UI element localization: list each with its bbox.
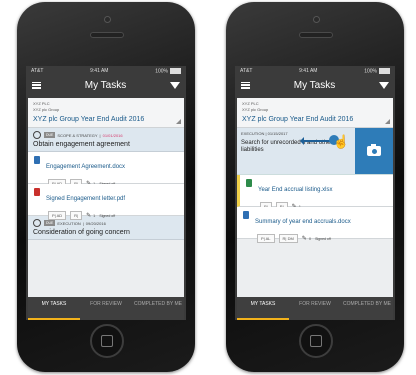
task-list: XYZ PLC XYZ plc Group XYZ plc Group Year… <box>237 98 393 297</box>
hamburger-menu-icon[interactable] <box>32 81 41 89</box>
expand-corner-icon[interactable] <box>176 119 181 124</box>
group-name: XYZ plc Group <box>242 107 269 112</box>
carrier: AT&T <box>31 68 44 74</box>
nav-bar: My Tasks <box>26 76 186 94</box>
tab-bar: MY TASKS FOR REVIEW COMPLETED BY ME <box>237 297 393 320</box>
signed-off-label[interactable]: Signed off <box>99 214 115 218</box>
nav-bar: My Tasks <box>235 76 395 94</box>
status-bar: AT&T 9:41 AM 100% <box>26 66 186 76</box>
task-section[interactable]: DUE SCOPE & STRATEGY | 01/01/2016 Obtain… <box>28 128 184 152</box>
task-name: Obtain engagement agreement <box>33 141 130 148</box>
camera-button[interactable] <box>355 128 393 174</box>
engagement-title: XYZ plc Group Year End Audit 2016 <box>242 116 354 123</box>
home-button[interactable] <box>299 324 333 358</box>
tab-for-review[interactable]: FOR REVIEW <box>80 297 132 320</box>
document-name: Summary of year end accruals.docx <box>255 219 351 225</box>
preparer-box[interactable]: P| AL <box>257 234 275 243</box>
engagement-title: XYZ plc Group Year End Audit 2016 <box>33 116 145 123</box>
page-title: My Tasks <box>293 79 336 91</box>
phone-right: AT&T 9:41 AM 100% My Tasks XYZ PLC XYZ p… <box>226 2 404 372</box>
document-row[interactable]: Summary of year end accruals.docx P| AL … <box>237 207 393 243</box>
signed-off-label[interactable]: Signed off <box>315 237 331 241</box>
tab-for-review[interactable]: FOR REVIEW <box>289 297 341 320</box>
edit-count: 1 <box>93 213 96 218</box>
battery-label: 100% <box>155 67 181 74</box>
app-screen-left: AT&T 9:41 AM 100% My Tasks XYZ PLC XYZ p… <box>26 66 186 320</box>
document-row[interactable]: Signed Engagement letter.pdf P| AD R| ✎ … <box>28 184 184 220</box>
tab-bar: MY TASKS FOR REVIEW COMPLETED BY ME <box>28 297 184 320</box>
engagement-header[interactable]: XYZ PLC XYZ plc Group XYZ plc Group Year… <box>237 98 393 128</box>
task-date: 09/20/2016 <box>85 220 106 226</box>
reviewer-box[interactable]: R| <box>70 211 83 220</box>
speaker <box>90 32 124 38</box>
preparer-box[interactable]: P| AD <box>48 211 67 220</box>
battery-label: 100% <box>364 67 390 74</box>
group-name: XYZ plc Group <box>33 107 60 112</box>
pdf-icon <box>34 188 40 196</box>
excel-icon <box>246 179 252 187</box>
engagement-header[interactable]: XYZ PLC XYZ plc Group XYZ plc Group Year… <box>28 98 184 128</box>
time: 9:41 AM <box>299 68 318 74</box>
hand-pointer-icon: ☝ <box>333 134 350 149</box>
battery-icon <box>378 67 390 74</box>
task-category: SCOPE & STRATEGY <box>57 132 98 138</box>
clock-icon <box>33 219 41 227</box>
due-tag: DUE <box>44 132 56 138</box>
tab-completed-by-me[interactable]: COMPLETED BY ME <box>341 297 393 320</box>
task-name: Consideration of going concern <box>33 229 130 236</box>
pencil-icon[interactable]: ✎ <box>86 212 91 219</box>
carrier: AT&T <box>240 68 253 74</box>
expand-corner-icon[interactable] <box>385 119 390 124</box>
front-camera <box>104 16 111 23</box>
filter-icon[interactable] <box>379 81 389 89</box>
app-screen-right: AT&T 9:41 AM 100% My Tasks XYZ PLC XYZ p… <box>235 66 395 320</box>
word-icon <box>243 211 249 219</box>
document-name: Engagement Agreement.docx <box>46 164 126 170</box>
due-tag: DUE <box>44 220 56 226</box>
document-row[interactable]: Engagement Agreement.docx P| AD R| ✎ 1 S… <box>28 152 184 188</box>
task-category: EXECUTION <box>57 220 81 226</box>
camera-icon <box>367 144 381 156</box>
home-button[interactable] <box>90 324 124 358</box>
document-name: Signed Engagement letter.pdf <box>46 196 126 202</box>
task-date: 01/01/2016 <box>102 132 123 138</box>
hamburger-menu-icon[interactable] <box>241 81 250 89</box>
reviewer-box[interactable]: R| DM <box>278 234 298 243</box>
swiped-task-row[interactable]: EXECUTION | 01/15/2017 Search for unreco… <box>237 128 393 175</box>
task-list: XYZ PLC XYZ plc Group XYZ plc Group Year… <box>28 98 184 297</box>
speaker <box>299 32 333 38</box>
tab-my-tasks[interactable]: MY TASKS <box>28 297 80 320</box>
document-name: Year End accrual listing.xlsx <box>258 187 333 193</box>
tab-my-tasks[interactable]: MY TASKS <box>237 297 289 320</box>
tab-completed-by-me[interactable]: COMPLETED BY ME <box>132 297 184 320</box>
battery-icon <box>169 67 181 74</box>
time: 9:41 AM <box>90 68 109 74</box>
page-title: My Tasks <box>84 79 127 91</box>
edit-count: 0 <box>308 236 312 241</box>
clock-icon <box>33 131 41 139</box>
pencil-icon[interactable]: ✎ <box>302 235 307 242</box>
phone-left: AT&T 9:41 AM 100% My Tasks XYZ PLC XYZ p… <box>17 2 195 372</box>
document-row[interactable]: Year End accrual listing.xlsx P| R| ✎ 1 <box>237 175 393 211</box>
filter-icon[interactable] <box>170 81 180 89</box>
front-camera <box>313 16 320 23</box>
status-bar: AT&T 9:41 AM 100% <box>235 66 395 76</box>
word-icon <box>34 156 40 164</box>
